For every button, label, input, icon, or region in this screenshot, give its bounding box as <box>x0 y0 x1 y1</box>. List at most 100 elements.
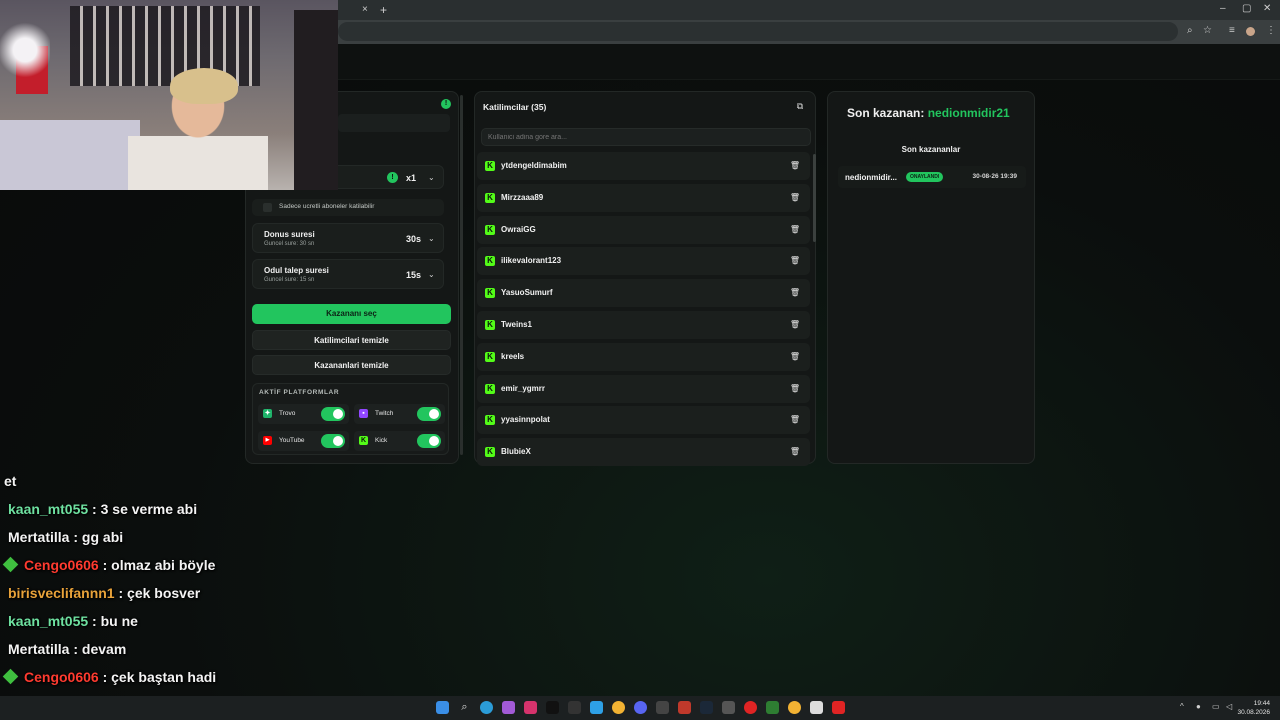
app-icon[interactable] <box>832 701 845 714</box>
tabs-icon[interactable]: ≡ <box>1229 25 1235 36</box>
chat-message: Mertatilla : devam <box>8 641 126 657</box>
chat-username: Cengo0606 <box>24 557 99 573</box>
edge-icon[interactable] <box>480 701 493 714</box>
menu-icon[interactable]: ⋮ <box>1266 25 1276 36</box>
clear-participants-button[interactable]: Katilimcilari temizle <box>252 330 451 350</box>
volume-icon[interactable]: ◁ <box>1226 702 1232 711</box>
discord-icon[interactable] <box>634 701 647 714</box>
youtube-toggle[interactable] <box>321 434 345 448</box>
platform-kick: K Kick <box>354 431 445 451</box>
chat-text: : 3 se verme abi <box>88 501 198 517</box>
trash-icon[interactable]: 🗑 <box>788 191 802 205</box>
minimize-icon[interactable]: – <box>1220 3 1226 14</box>
chat-text: : gg abi <box>69 529 124 545</box>
chat-message: et <box>4 473 16 489</box>
chat-text: : çek baştan hadi <box>98 669 217 685</box>
winner-panel: Son kazanan: nedionmidir21 Son kazananla… <box>827 91 1035 464</box>
participant-name: OwraiGG <box>501 224 536 234</box>
chat-username: kaan_mt055 <box>8 501 89 517</box>
app-icon[interactable] <box>678 701 691 714</box>
chrome-active-icon[interactable] <box>788 701 801 714</box>
app-icon[interactable] <box>722 701 735 714</box>
last-winner-heading: Son kazanan: nedionmidir21 <box>847 106 1010 120</box>
close-window-icon[interactable]: ✕ <box>1263 3 1271 14</box>
participant-row: K Mirzzaaa89 🗑 <box>477 183 810 212</box>
participants-scrollbar[interactable] <box>813 154 816 242</box>
chat-message: Cengo0606 : olmaz abi böyle <box>2 556 215 573</box>
trash-icon[interactable]: 🗑 <box>788 286 802 300</box>
youtube-music-icon[interactable] <box>744 701 757 714</box>
chevron-down-icon[interactable]: ⌄ <box>428 234 435 243</box>
clear-winners-button[interactable]: Kazananlari temizle <box>252 355 451 375</box>
star-icon[interactable]: ☆ <box>1203 25 1212 36</box>
participants-list: Kytdengeldimabim 🗑 K Mirzzaaa89 🗑 K OwraiGG 🗑 Ki… <box>477 152 810 470</box>
profile-icon[interactable] <box>1246 27 1255 36</box>
kick-icon: K <box>485 447 495 458</box>
trash-icon[interactable]: 🗑 <box>788 159 802 173</box>
windows-start-icon[interactable] <box>436 701 449 714</box>
participant-row: K YasuoSumurf 🗑 <box>477 279 810 308</box>
twitch-toggle[interactable] <box>417 407 441 421</box>
subscribers-only-checkbox[interactable] <box>263 203 272 212</box>
search-icon[interactable]: ⌕ <box>458 701 471 714</box>
trovo-icon: ✦ <box>263 409 272 418</box>
claim-duration-select[interactable]: 15s <box>406 270 421 280</box>
obs-icon[interactable] <box>656 701 669 714</box>
minecraft-icon[interactable] <box>766 701 779 714</box>
participant-name: yyasinnpolat <box>501 415 550 425</box>
trash-icon[interactable]: 🗑 <box>788 350 802 364</box>
capcut-icon[interactable] <box>568 701 581 714</box>
chevron-down-icon[interactable]: ⌄ <box>428 270 435 279</box>
network-icon[interactable]: ▭ <box>1212 702 1220 711</box>
participant-row: Kytdengeldimabim 🗑 <box>477 152 810 180</box>
trash-icon[interactable]: 🗑 <box>788 254 802 268</box>
settings-input[interactable] <box>338 114 450 132</box>
kick-icon: K <box>485 256 495 267</box>
participant-row: Kkreels 🗑 <box>477 342 810 371</box>
zoom-icon[interactable]: ⌕ <box>1187 25 1193 36</box>
copy-icon[interactable]: ⧉ <box>794 100 806 112</box>
trash-icon[interactable]: 🗑 <box>788 223 802 237</box>
clock-date: 30.08.2026 <box>1237 709 1270 716</box>
address-input[interactable] <box>338 22 1178 41</box>
spin-duration-title: Donus suresi <box>264 230 315 239</box>
telegram-icon[interactable] <box>590 701 603 714</box>
new-tab-icon[interactable]: + <box>380 3 387 17</box>
instagram-icon[interactable] <box>524 701 537 714</box>
claim-duration-row: Odul talep suresi Guncel sure: 15 sn 15s… <box>252 259 444 289</box>
platform-youtube: ▶ YouTube <box>258 431 349 451</box>
spin-duration-select[interactable]: 30s <box>406 234 421 244</box>
participant-row: Kilikevalorant123 🗑 <box>477 247 810 276</box>
mic-icon[interactable]: ● <box>1196 702 1201 711</box>
kick-icon: K <box>485 192 495 203</box>
webcam-door <box>294 10 338 190</box>
settings-scrollbar[interactable] <box>460 95 463 455</box>
trovo-toggle[interactable] <box>321 407 345 421</box>
tiktok-icon[interactable] <box>546 701 559 714</box>
kick-icon: K <box>485 383 495 394</box>
tray-chevron-icon[interactable]: ^ <box>1180 702 1184 711</box>
chat-message: birisveclifannn1 : çek bosver <box>8 585 200 601</box>
trash-icon[interactable]: 🗑 <box>788 382 802 396</box>
maximize-icon[interactable]: ▢ <box>1242 3 1251 14</box>
active-platforms: AKTİF PLATFORMLAR ✦ Trovo ▪ Twitch ▶ You… <box>252 383 449 455</box>
steam-icon[interactable] <box>700 701 713 714</box>
taskbar: ⌕ ^ ● ▭ ◁ 19:44 30.08.2026 <box>0 696 1280 720</box>
webcam-overlay <box>0 0 338 190</box>
app-icon[interactable] <box>810 701 823 714</box>
clock[interactable]: 19:44 30.08.2026 <box>1237 699 1270 717</box>
multiplier-select[interactable]: x1 <box>406 173 416 183</box>
trash-icon[interactable]: 🗑 <box>788 413 802 427</box>
chevron-down-icon[interactable]: ⌄ <box>428 173 435 182</box>
last-winner-name: nedionmidir21 <box>927 106 1010 120</box>
participant-search-input[interactable] <box>481 128 811 146</box>
tab-close-icon[interactable]: × <box>362 4 368 15</box>
copilot-icon[interactable] <box>502 701 515 714</box>
chat-text: : bu ne <box>88 613 138 629</box>
chrome-icon[interactable] <box>612 701 625 714</box>
trash-icon[interactable]: 🗑 <box>788 318 802 332</box>
subscribers-only-row[interactable]: Sadece ucretli aboneler katilabilir <box>252 199 444 216</box>
kick-toggle[interactable] <box>417 434 441 448</box>
trash-icon[interactable]: 🗑 <box>788 445 802 459</box>
pick-winner-button[interactable]: Kazananı seç <box>252 304 451 324</box>
